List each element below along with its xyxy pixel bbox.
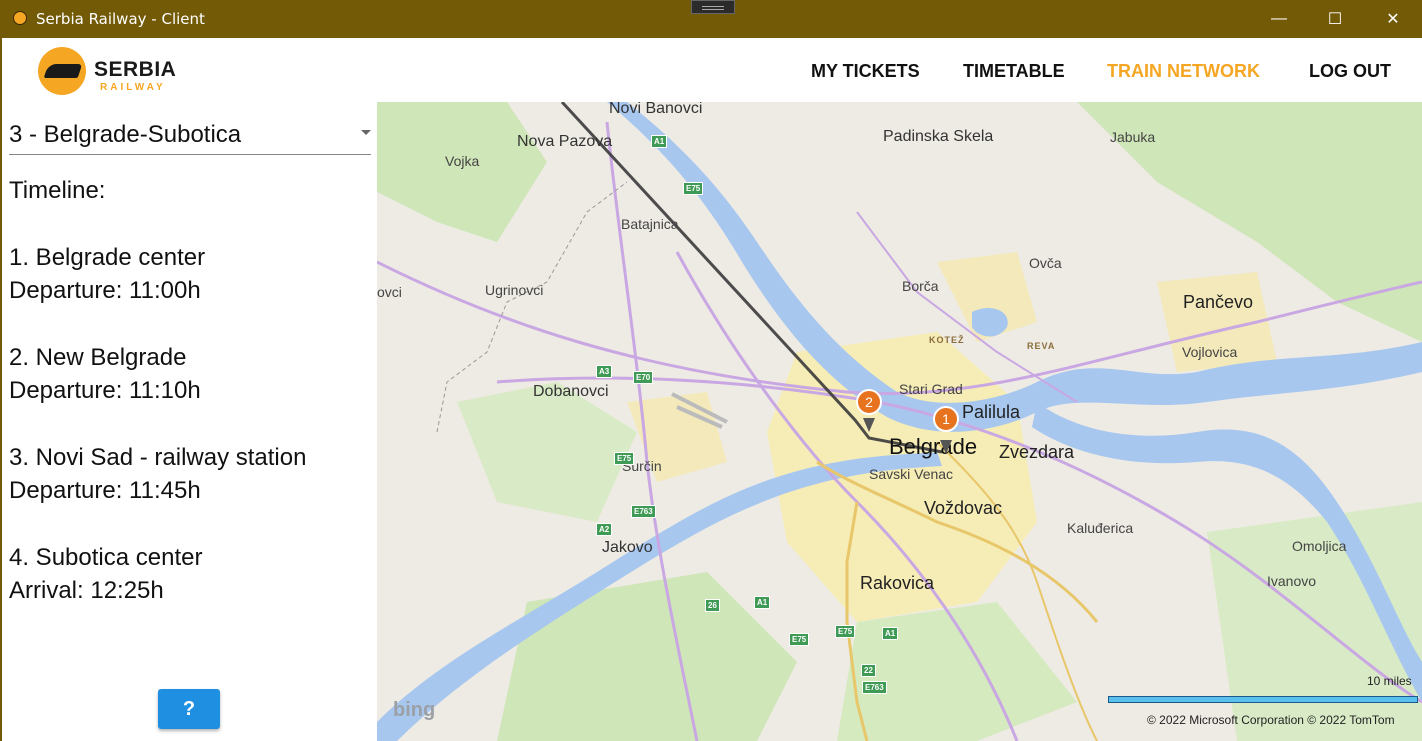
map-base: [377, 102, 1422, 741]
place-label: KOTEŽ: [929, 335, 965, 345]
map-green-area: [457, 382, 637, 522]
place-label: Batajnica: [621, 216, 679, 232]
stop-time: Departure: 11:10h: [9, 377, 201, 404]
place-label: Ivanovo: [1267, 573, 1317, 589]
place-label: Omoljica: [1292, 538, 1347, 554]
route-sidebar: 3 - Belgrade-Subotica Timeline: 1. Belgr…: [2, 102, 377, 741]
place-label: Belgrade: [889, 434, 978, 459]
app-header: SERBIA RAILWAY MY TICKETS TIMETABLE TRAI…: [2, 38, 1422, 102]
road-shield: E70: [633, 371, 654, 384]
maximize-button[interactable]: ☐: [1306, 0, 1364, 38]
title-bar: Serbia Railway - Client — ☐ ✕: [0, 0, 1422, 38]
place-label: Padinska Skela: [883, 128, 994, 145]
station-pin[interactable]: 1: [933, 406, 959, 432]
route-dropdown-value: 3 - Belgrade-Subotica: [9, 121, 242, 148]
road-shield: E763: [862, 681, 887, 694]
help-button[interactable]: ?: [158, 689, 220, 729]
place-label: Kaluđerica: [1067, 520, 1134, 536]
road-shield: E75: [614, 452, 635, 465]
station-pin[interactable]: 2: [856, 389, 882, 415]
road-shield: E763: [631, 505, 656, 518]
timeline-heading: Timeline:: [9, 177, 106, 204]
place-label: Savski Venac: [869, 466, 954, 482]
train-icon: [43, 64, 83, 78]
road-shield: A1: [882, 627, 899, 640]
stop-name: 2. New Belgrade: [9, 344, 187, 371]
road-shield: A2: [596, 523, 613, 536]
nav-my-tickets[interactable]: MY TICKETS: [811, 61, 920, 82]
route-dropdown[interactable]: 3 - Belgrade-Subotica: [9, 118, 371, 155]
place-label: Vojlovica: [1182, 344, 1238, 360]
scale-label: 10 miles: [1367, 674, 1412, 688]
road-shield: A1: [754, 596, 771, 609]
place-label: Rakovica: [860, 573, 935, 593]
bing-logo: bing: [393, 699, 436, 721]
place-label: Ovča: [1029, 255, 1062, 271]
place-label: Jabuka: [1110, 129, 1156, 145]
road-shield: 26: [705, 599, 720, 612]
place-label: Pančevo: [1183, 292, 1254, 312]
stop-name: 1. Belgrade center: [9, 244, 206, 271]
scale-bar: [1108, 696, 1418, 703]
serbia-railway-logo[interactable]: SERBIA RAILWAY: [36, 46, 176, 96]
road-shield: A3: [596, 365, 613, 378]
place-label: Borča: [902, 278, 939, 294]
stop-name: 3. Novi Sad - railway station: [9, 444, 307, 471]
snap-grip[interactable]: [691, 0, 735, 14]
chevron-down-icon: [361, 130, 371, 135]
nav-timetable[interactable]: TIMETABLE: [963, 61, 1065, 82]
close-button[interactable]: ✕: [1364, 0, 1422, 38]
stop-time: Departure: 11:00h: [9, 277, 201, 304]
place-label: ovci: [377, 284, 402, 300]
stop-name: 4. Subotica center: [9, 544, 203, 571]
place-label: Vojka: [445, 153, 480, 169]
nav-log-out[interactable]: LOG OUT: [1309, 61, 1391, 82]
window-title: Serbia Railway - Client: [36, 10, 205, 28]
nav-train-network[interactable]: TRAIN NETWORK: [1107, 61, 1260, 82]
stop-time: Departure: 11:45h: [9, 477, 201, 504]
place-label: Jakovo: [602, 539, 653, 556]
road-shield: A1: [651, 135, 668, 148]
app-icon: [13, 11, 27, 25]
pin-pointer: [863, 418, 875, 432]
minimize-button[interactable]: —: [1250, 0, 1308, 38]
place-label: REVA: [1027, 341, 1056, 351]
timeline: Timeline: 1. Belgrade center Departure: …: [9, 174, 306, 607]
pin-pointer: [940, 440, 952, 454]
map-green-area: [377, 102, 547, 242]
road-shield: E75: [683, 182, 704, 195]
place-label: Palilula: [962, 402, 1021, 422]
place-label: Nova Pazova: [517, 133, 613, 150]
place-label: Zvezdara: [999, 442, 1075, 462]
place-label: Stari Grad: [899, 381, 963, 397]
road-shield: 22: [861, 664, 876, 677]
train-network-map[interactable]: Novi Banovci Nova Pazova Vojka Padinska …: [377, 102, 1422, 741]
map-copyright: © 2022 Microsoft Corporation © 2022 TomT…: [1147, 713, 1395, 727]
map-green-area: [497, 572, 797, 741]
road-shield: E75: [835, 625, 856, 638]
place-label: Novi Banovci: [609, 102, 703, 117]
place-label: Voždovac: [924, 498, 1003, 518]
place-label: Dobanovci: [533, 383, 609, 400]
stop-time: Arrival: 12:25h: [9, 577, 164, 604]
place-label: Ugrinovci: [485, 282, 544, 298]
logo-text: SERBIA: [94, 58, 177, 81]
road-shield: E75: [789, 633, 810, 646]
logo-subtext: RAILWAY: [100, 82, 166, 93]
